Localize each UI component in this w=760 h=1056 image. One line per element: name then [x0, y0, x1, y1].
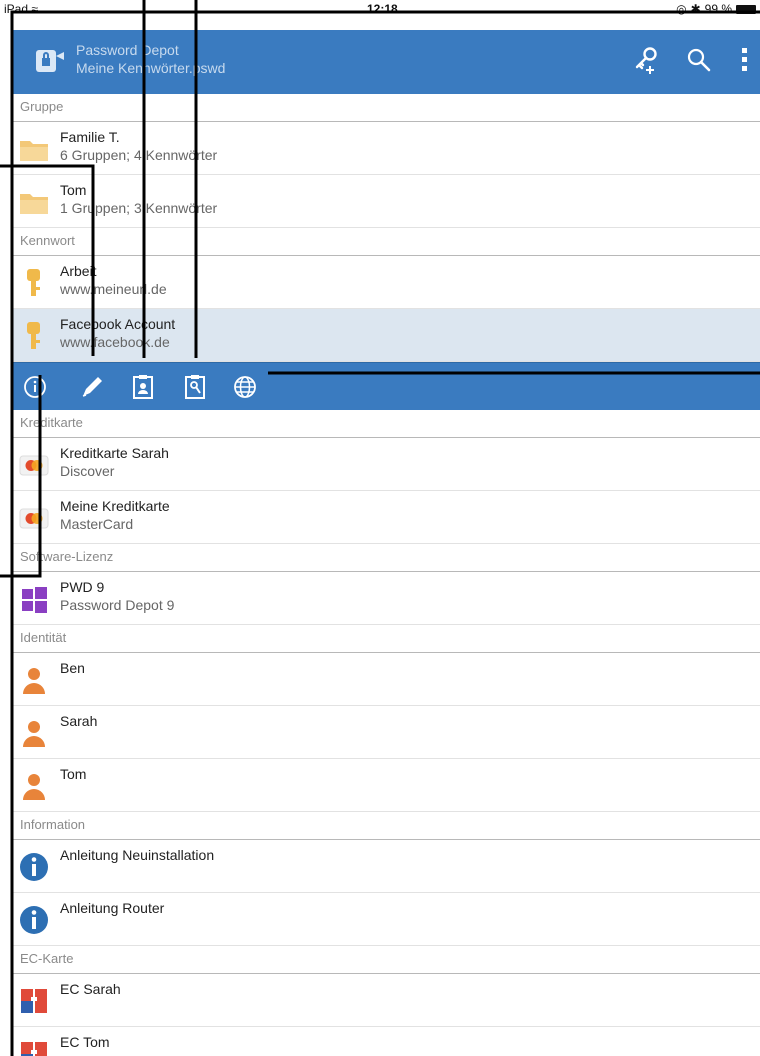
- section-header-software: Software-Lizenz: [12, 544, 760, 572]
- overflow-menu-button[interactable]: [730, 44, 760, 76]
- credit-card-icon: [19, 455, 49, 476]
- list-item-password-selected[interactable]: Facebook Account www.facebook.de: [12, 309, 760, 362]
- app-bar: Password Depot Meine Kennwörter.pswd: [12, 30, 760, 94]
- item-title: Familie T.: [60, 129, 120, 145]
- item-detail: 6 Gruppen; 4 Kennwörter: [60, 147, 218, 163]
- entry-action-toolbar: [12, 362, 760, 410]
- item-detail: MasterCard: [60, 516, 134, 532]
- item-title: Arbeit: [60, 263, 97, 279]
- item-title: PWD 9: [60, 579, 105, 595]
- identity-person-icon: [23, 774, 45, 800]
- status-right: ◎ ✱ 99 %: [676, 2, 756, 16]
- list-item-group[interactable]: Tom 1 Gruppen; 3 Kennwörter: [12, 175, 760, 228]
- list-item-group[interactable]: Familie T. 6 Gruppen; 4 Kennwörter: [12, 122, 760, 175]
- add-password-icon: [635, 47, 657, 74]
- identity-person-icon: [23, 721, 45, 747]
- item-title: EC Sarah: [60, 981, 121, 997]
- app-window: Password Depot Meine Kennwörter.pswd Gru…: [12, 12, 760, 1056]
- info-circle-icon: [20, 853, 48, 881]
- credit-card-icon: [19, 508, 49, 529]
- item-title: Ben: [60, 660, 85, 676]
- item-title: Facebook Account: [60, 316, 176, 332]
- add-password-button[interactable]: [632, 44, 662, 76]
- section-header-creditcard: Kreditkarte: [12, 410, 760, 438]
- copy-password-button[interactable]: [180, 372, 210, 402]
- item-title: Meine Kreditkarte: [60, 498, 170, 514]
- item-title: Sarah: [60, 713, 98, 729]
- item-title: Tom: [60, 182, 87, 198]
- app-title: Password Depot: [76, 42, 179, 58]
- list-item-information[interactable]: Anleitung Router: [12, 893, 760, 946]
- item-title: Anleitung Neuinstallation: [60, 847, 215, 863]
- copy-password-icon: [185, 375, 205, 399]
- search-button[interactable]: [684, 44, 714, 76]
- list-item-identity[interactable]: Tom: [12, 759, 760, 812]
- folder-icon: [20, 194, 48, 214]
- item-title: EC Tom: [60, 1034, 110, 1050]
- info-circle-icon: [20, 906, 48, 934]
- copy-username-icon: [133, 375, 153, 399]
- folder-icon: [20, 141, 48, 161]
- section-header-identity: Identität: [12, 625, 760, 653]
- ec-card-icon: [21, 989, 47, 1013]
- device-label: iPad ≈: [4, 2, 38, 16]
- list-item-eccard[interactable]: EC Sarah: [12, 974, 760, 1027]
- key-icon: [27, 322, 40, 349]
- orientation-lock-icon: ◎: [676, 2, 687, 16]
- item-detail: Password Depot 9: [60, 597, 175, 613]
- info-button[interactable]: [20, 372, 50, 402]
- edit-pencil-icon: [82, 377, 102, 397]
- edit-button[interactable]: [77, 372, 107, 402]
- list-item-information[interactable]: Anleitung Neuinstallation: [12, 840, 760, 893]
- item-detail: Discover: [60, 463, 115, 479]
- item-detail: www.facebook.de: [60, 334, 170, 350]
- key-icon: [27, 269, 40, 296]
- device-name: iPad: [4, 2, 29, 16]
- list-item-password[interactable]: Arbeit www.meineurl.de: [12, 256, 760, 309]
- battery-icon: [736, 4, 756, 14]
- list-item-creditcard[interactable]: Kreditkarte Sarah Discover: [12, 438, 760, 491]
- identity-person-icon: [23, 668, 45, 694]
- list-item-identity[interactable]: Sarah: [12, 706, 760, 759]
- section-header-password: Kennwort: [12, 228, 760, 256]
- password-depot-logo-icon: [36, 50, 64, 72]
- item-detail: 1 Gruppen; 3 Kennwörter: [60, 200, 218, 216]
- item-detail: www.meineurl.de: [60, 281, 167, 297]
- list-item-eccard[interactable]: EC Tom: [12, 1027, 760, 1056]
- status-time: 12:18: [367, 2, 398, 16]
- section-header-information: Information: [12, 812, 760, 840]
- section-header-group: Gruppe: [12, 94, 760, 122]
- list-item-software-license[interactable]: PWD 9 Password Depot 9: [12, 572, 760, 625]
- windows-logo-icon: [22, 587, 47, 613]
- ec-card-icon: [21, 1042, 47, 1056]
- open-url-globe-icon: [234, 376, 256, 398]
- item-title: Anleitung Router: [60, 900, 165, 916]
- item-title: Kreditkarte Sarah: [60, 445, 169, 461]
- wifi-icon: ≈: [31, 2, 38, 16]
- item-title: Tom: [60, 766, 87, 782]
- list-item-identity[interactable]: Ben: [12, 653, 760, 706]
- bluetooth-icon: ✱: [690, 2, 701, 16]
- overflow-menu-icon: [742, 48, 747, 71]
- open-url-button[interactable]: [230, 372, 260, 402]
- copy-username-button[interactable]: [128, 372, 158, 402]
- file-name: Meine Kennwörter.pswd: [76, 60, 226, 76]
- app-titles: Password Depot Meine Kennwörter.pswd: [76, 41, 225, 77]
- search-icon: [687, 48, 711, 72]
- list-item-creditcard[interactable]: Meine Kreditkarte MasterCard: [12, 491, 760, 544]
- battery-percent: 99 %: [704, 2, 732, 16]
- status-bar: iPad ≈ 12:18 ◎ ✱ 99 %: [0, 0, 760, 30]
- info-icon: [24, 376, 46, 398]
- section-header-eccard: EC-Karte: [12, 946, 760, 974]
